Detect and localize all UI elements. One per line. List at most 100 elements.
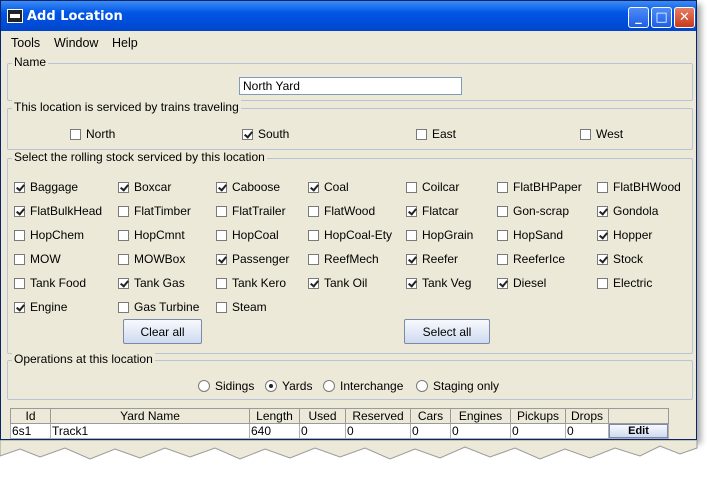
- checkbox-box[interactable]: [308, 229, 319, 241]
- checkbox-box[interactable]: [14, 205, 25, 217]
- title-bar[interactable]: Add Location _ □ ✕: [1, 1, 696, 31]
- checkbox-box[interactable]: [597, 253, 608, 265]
- stock-checkbox-stock[interactable]: Stock: [597, 252, 643, 266]
- stock-checkbox-flatbulkhead[interactable]: FlatBulkHead: [14, 204, 102, 218]
- stock-checkbox-hopchem[interactable]: HopChem: [14, 228, 84, 242]
- stock-checkbox-flatcar[interactable]: Flatcar: [406, 204, 459, 218]
- checkbox-box[interactable]: [216, 301, 227, 313]
- stock-checkbox-flatbhwood[interactable]: FlatBHWood: [597, 180, 681, 194]
- menu-window[interactable]: Window: [54, 36, 98, 50]
- stock-checkbox-passenger[interactable]: Passenger: [216, 252, 289, 266]
- radio-circle[interactable]: [265, 380, 277, 392]
- checkbox-box[interactable]: [118, 301, 129, 313]
- cell-pickups[interactable]: 0: [510, 423, 566, 439]
- checkbox-box[interactable]: [118, 205, 129, 217]
- stock-checkbox-tank-food[interactable]: Tank Food: [14, 276, 86, 290]
- cell-length[interactable]: 640: [249, 423, 300, 439]
- operation-radio-yards[interactable]: Yards: [265, 379, 312, 393]
- checkbox-box[interactable]: [70, 128, 81, 140]
- stock-checkbox-gon-scrap[interactable]: Gon-scrap: [497, 204, 569, 218]
- stock-checkbox-tank-veg[interactable]: Tank Veg: [406, 276, 471, 290]
- checkbox-box[interactable]: [216, 229, 227, 241]
- checkbox-box[interactable]: [216, 205, 227, 217]
- checkbox-box[interactable]: [597, 205, 608, 217]
- stock-checkbox-boxcar[interactable]: Boxcar: [118, 180, 171, 194]
- stock-checkbox-diesel[interactable]: Diesel: [497, 276, 546, 290]
- operation-radio-interchange[interactable]: Interchange: [323, 379, 403, 393]
- cell-engines[interactable]: 0: [450, 423, 511, 439]
- stock-checkbox-tank-kero[interactable]: Tank Kero: [216, 276, 286, 290]
- checkbox-box[interactable]: [308, 205, 319, 217]
- stock-checkbox-hopgrain[interactable]: HopGrain: [406, 228, 473, 242]
- checkbox-box[interactable]: [118, 181, 129, 193]
- stock-checkbox-flattrailer[interactable]: FlatTrailer: [216, 204, 286, 218]
- menu-help[interactable]: Help: [112, 36, 138, 50]
- checkbox-box[interactable]: [216, 253, 227, 265]
- minimize-button[interactable]: _: [628, 7, 649, 28]
- column-header-used[interactable]: Used: [299, 408, 346, 424]
- radio-circle[interactable]: [323, 380, 335, 392]
- checkbox-box[interactable]: [406, 253, 417, 265]
- column-header-pickups[interactable]: Pickups: [510, 408, 566, 424]
- menu-tools[interactable]: Tools: [11, 36, 40, 50]
- maximize-button[interactable]: □: [651, 7, 672, 28]
- direction-checkbox-north[interactable]: North: [70, 127, 115, 141]
- column-header-id[interactable]: Id: [10, 408, 51, 424]
- cell-used[interactable]: 0: [299, 423, 346, 439]
- stock-checkbox-flatwood[interactable]: FlatWood: [308, 204, 375, 218]
- stock-checkbox-engine[interactable]: Engine: [14, 300, 67, 314]
- stock-checkbox-hopsand[interactable]: HopSand: [497, 228, 563, 242]
- radio-circle[interactable]: [198, 380, 210, 392]
- checkbox-box[interactable]: [597, 181, 608, 193]
- stock-checkbox-gas-turbine[interactable]: Gas Turbine: [118, 300, 199, 314]
- stock-checkbox-flattimber[interactable]: FlatTimber: [118, 204, 191, 218]
- checkbox-box[interactable]: [416, 128, 427, 140]
- close-button[interactable]: ✕: [674, 7, 695, 28]
- checkbox-box[interactable]: [406, 277, 417, 289]
- column-header-yard-name[interactable]: Yard Name: [50, 408, 250, 424]
- checkbox-box[interactable]: [14, 301, 25, 313]
- cell-reserved[interactable]: 0: [345, 423, 411, 439]
- stock-checkbox-caboose[interactable]: Caboose: [216, 180, 280, 194]
- checkbox-box[interactable]: [497, 181, 508, 193]
- checkbox-box[interactable]: [118, 253, 129, 265]
- location-name-input[interactable]: North Yard: [239, 77, 462, 95]
- direction-checkbox-west[interactable]: West: [580, 127, 623, 141]
- stock-checkbox-flatbhpaper[interactable]: FlatBHPaper: [497, 180, 582, 194]
- column-header-length[interactable]: Length: [249, 408, 300, 424]
- stock-checkbox-hopcoal[interactable]: HopCoal: [216, 228, 279, 242]
- checkbox-box[interactable]: [118, 229, 129, 241]
- checkbox-box[interactable]: [497, 229, 508, 241]
- checkbox-box[interactable]: [14, 229, 25, 241]
- cell-yard-name[interactable]: Track1: [50, 423, 250, 439]
- checkbox-box[interactable]: [242, 128, 253, 140]
- stock-checkbox-coilcar[interactable]: Coilcar: [406, 180, 459, 194]
- column-header-reserved[interactable]: Reserved: [345, 408, 411, 424]
- checkbox-box[interactable]: [497, 277, 508, 289]
- checkbox-box[interactable]: [406, 205, 417, 217]
- checkbox-box[interactable]: [216, 277, 227, 289]
- direction-checkbox-east[interactable]: East: [416, 127, 456, 141]
- checkbox-box[interactable]: [597, 277, 608, 289]
- checkbox-box[interactable]: [580, 128, 591, 140]
- cell-id[interactable]: 6s1: [10, 423, 51, 439]
- radio-circle[interactable]: [416, 380, 428, 392]
- checkbox-box[interactable]: [497, 205, 508, 217]
- checkbox-box[interactable]: [118, 277, 129, 289]
- checkbox-box[interactable]: [406, 181, 417, 193]
- stock-checkbox-reefer[interactable]: Reefer: [406, 252, 458, 266]
- stock-checkbox-hopper[interactable]: Hopper: [597, 228, 652, 242]
- checkbox-box[interactable]: [216, 181, 227, 193]
- stock-checkbox-gondola[interactable]: Gondola: [597, 204, 658, 218]
- stock-checkbox-coal[interactable]: Coal: [308, 180, 349, 194]
- stock-checkbox-hopcoal-ety[interactable]: HopCoal-Ety: [308, 228, 392, 242]
- table-row[interactable]: 6s1 Track1 640 0 0 0 0 0 0 Edit: [10, 423, 669, 439]
- checkbox-box[interactable]: [597, 229, 608, 241]
- operation-radio-staging-only[interactable]: Staging only: [416, 379, 499, 393]
- stock-checkbox-baggage[interactable]: Baggage: [14, 180, 78, 194]
- checkbox-box[interactable]: [14, 253, 25, 265]
- stock-checkbox-electric[interactable]: Electric: [597, 276, 652, 290]
- checkbox-box[interactable]: [14, 181, 25, 193]
- stock-checkbox-mowbox[interactable]: MOWBox: [118, 252, 185, 266]
- stock-checkbox-tank-gas[interactable]: Tank Gas: [118, 276, 185, 290]
